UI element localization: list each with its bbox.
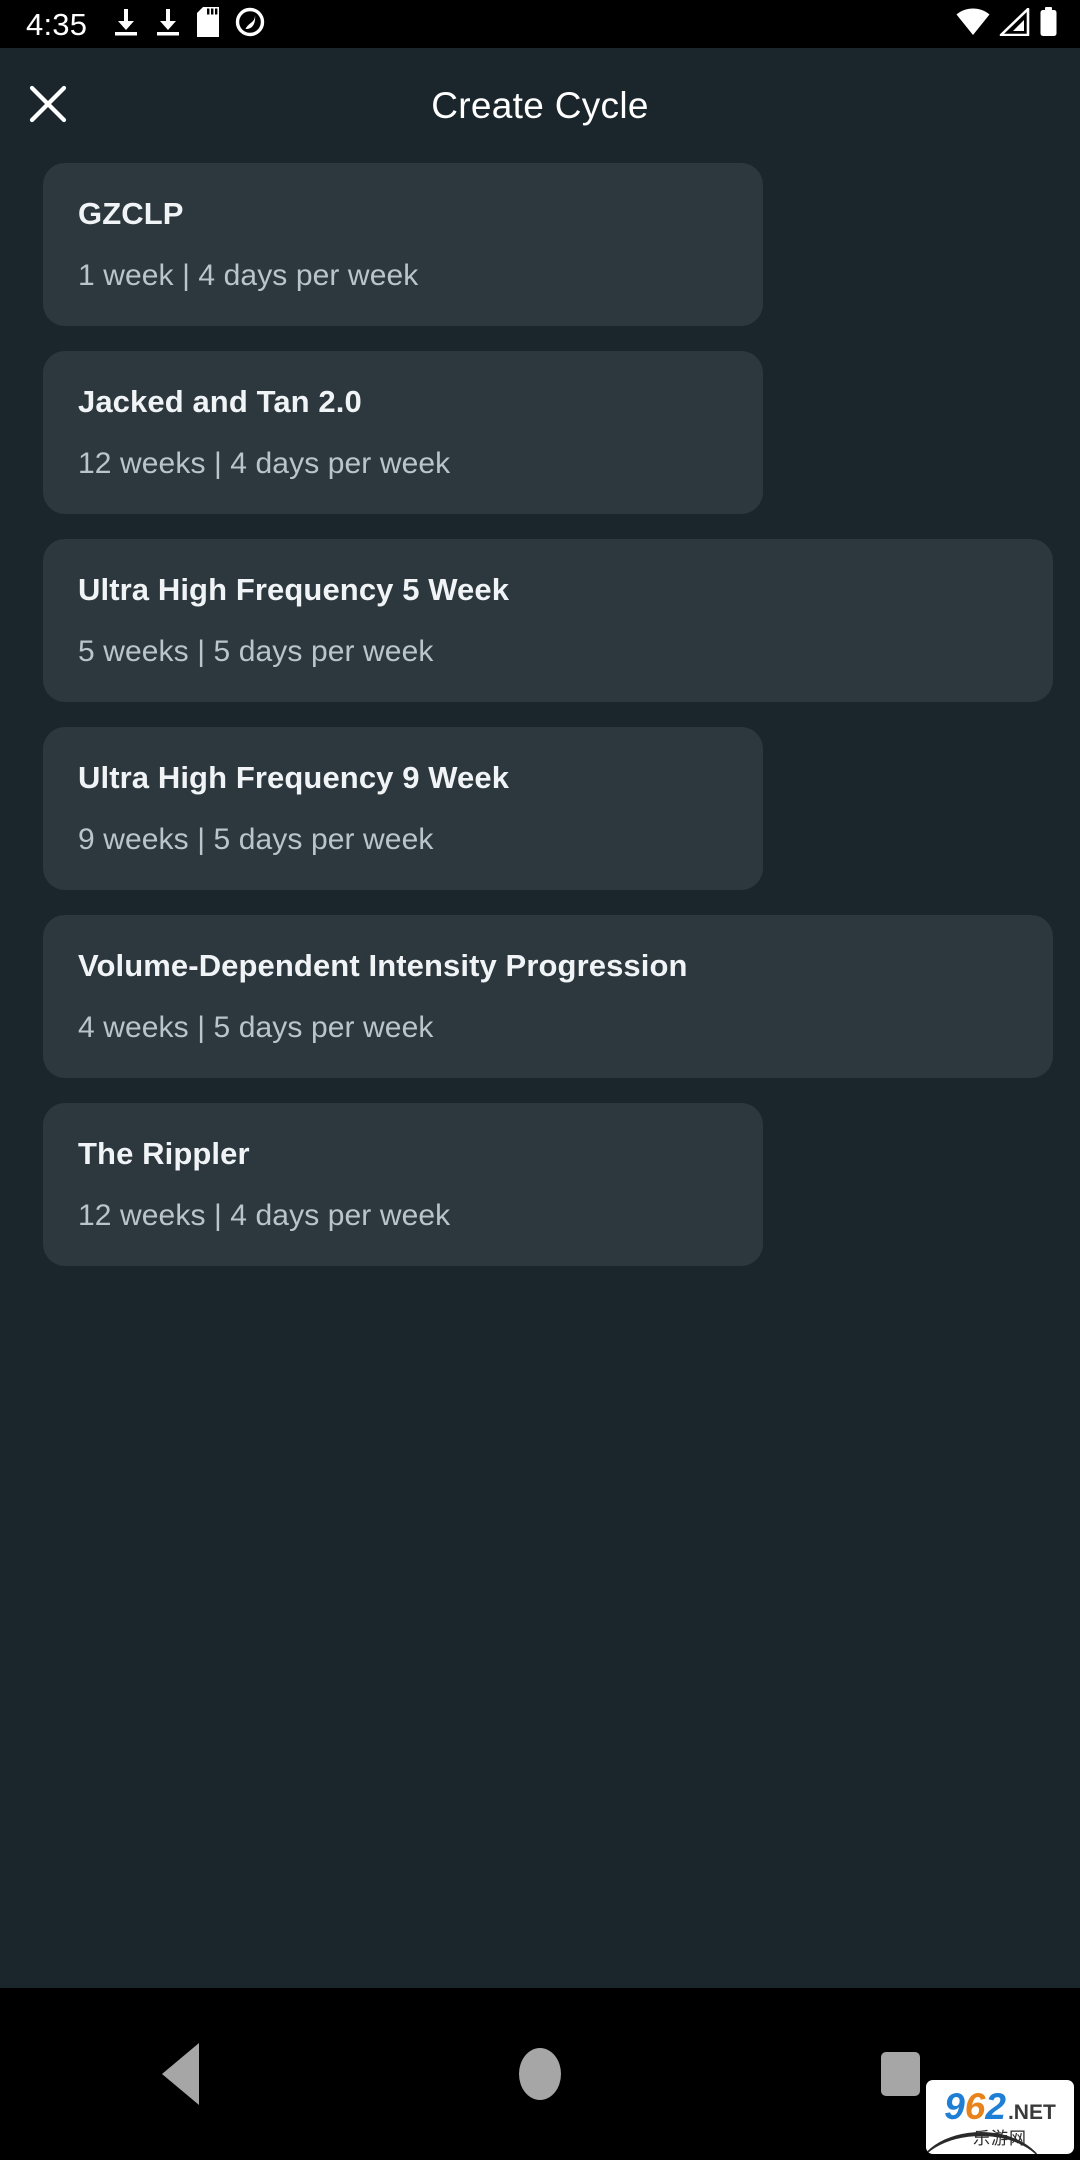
watermark-digit-2: 2 xyxy=(985,2085,1006,2127)
back-icon xyxy=(161,2043,199,2105)
watermark-digit-9: 9 xyxy=(944,2085,965,2127)
app-header: Create Cycle xyxy=(0,48,1080,163)
cycle-template-meta: 5 weeks | 5 days per week xyxy=(78,635,434,668)
status-bar-clock: 4:35 xyxy=(26,6,88,42)
close-button[interactable] xyxy=(17,75,79,137)
download-icon xyxy=(155,7,181,42)
watermark-top-row: 9 6 2 .NET xyxy=(944,2088,1056,2125)
status-bar-right-icons xyxy=(956,6,1058,42)
watermark-logo: 9 6 2 .NET 乐游网 xyxy=(926,2080,1074,2154)
cellular-signal-icon xyxy=(999,7,1030,41)
close-icon xyxy=(27,83,69,128)
cycle-template-meta: 1 week | 4 days per week xyxy=(78,259,419,292)
cycle-template-meta: 4 weeks | 5 days per week xyxy=(78,1011,434,1044)
sd-card-icon xyxy=(197,6,220,42)
nav-back-button[interactable] xyxy=(120,2014,240,2134)
cycle-template-meta: 12 weeks | 4 days per week xyxy=(78,447,451,480)
cycle-template-card[interactable]: The Rippler 12 weeks | 4 days per week xyxy=(43,1103,763,1266)
status-bar-left-icons xyxy=(113,6,265,42)
android-navigation-bar xyxy=(0,1988,1080,2160)
status-bar: 4:35 xyxy=(0,0,1080,48)
cycle-template-card[interactable]: Volume-Dependent Intensity Progression 4… xyxy=(43,915,1053,1078)
cycle-template-title: The Rippler xyxy=(78,1136,250,1171)
data-saver-icon xyxy=(235,7,265,42)
cycle-template-card[interactable]: Ultra High Frequency 5 Week 5 weeks | 5 … xyxy=(43,539,1053,702)
recents-icon xyxy=(880,2052,920,2096)
wifi-icon xyxy=(956,8,990,41)
cycle-template-list: GZCLP 1 week | 4 days per week Jacked an… xyxy=(0,163,1080,1988)
cycle-template-title: Ultra High Frequency 9 Week xyxy=(78,760,510,795)
download-icon xyxy=(113,7,139,42)
cycle-template-meta: 9 weeks | 5 days per week xyxy=(78,823,434,856)
nav-home-button[interactable] xyxy=(480,2014,600,2134)
cycle-template-card[interactable]: Ultra High Frequency 9 Week 9 weeks | 5 … xyxy=(43,727,763,890)
page-title: Create Cycle xyxy=(431,84,649,126)
cycle-template-title: Volume-Dependent Intensity Progression xyxy=(78,948,688,983)
watermark-arc xyxy=(926,2132,1046,2154)
watermark-net-label: .NET xyxy=(1007,2100,1056,2124)
cycle-template-title: Jacked and Tan 2.0 xyxy=(78,384,362,419)
cycle-template-meta: 12 weeks | 4 days per week xyxy=(78,1199,451,1232)
home-icon xyxy=(519,2048,561,2100)
cycle-template-title: GZCLP xyxy=(78,196,184,231)
watermark-digit-6: 6 xyxy=(964,2085,986,2127)
cycle-template-card[interactable]: Jacked and Tan 2.0 12 weeks | 4 days per… xyxy=(43,351,763,514)
cycle-template-title: Ultra High Frequency 5 Week xyxy=(78,572,510,607)
battery-icon xyxy=(1039,6,1058,42)
cycle-template-card[interactable]: GZCLP 1 week | 4 days per week xyxy=(43,163,763,326)
